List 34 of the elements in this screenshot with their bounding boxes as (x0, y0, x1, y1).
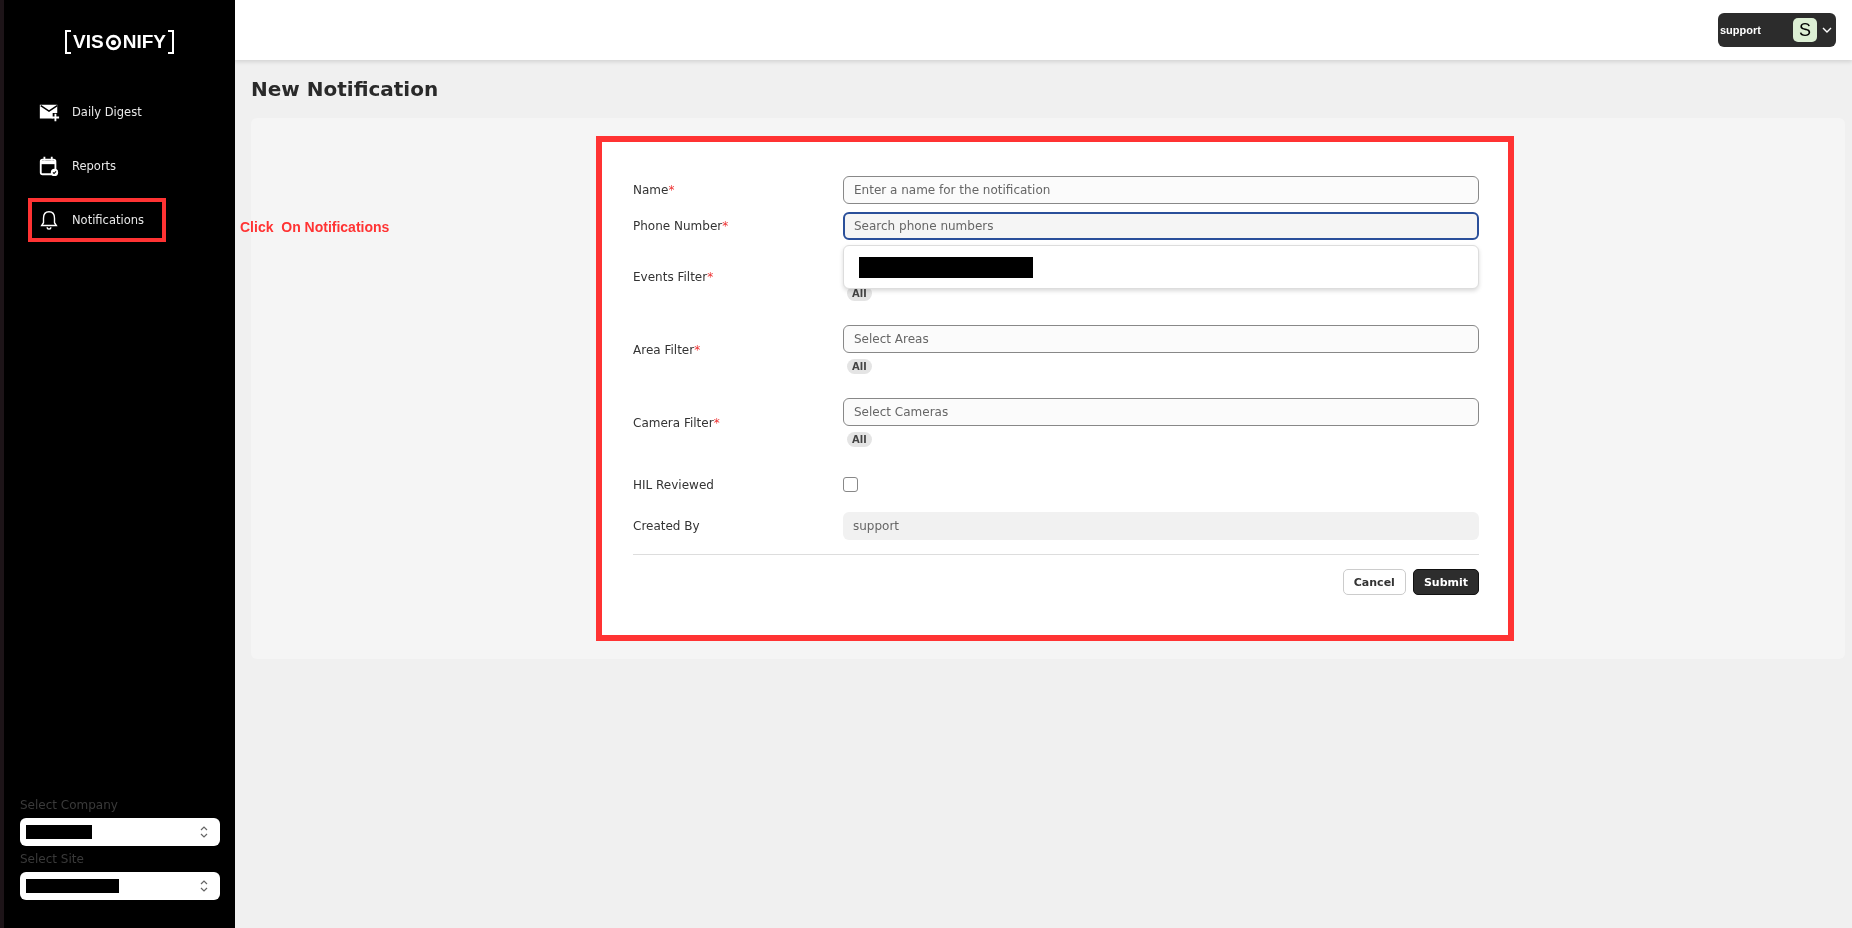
input-field[interactable]: Search phone numbers (843, 212, 1479, 240)
tag-chip: All (847, 359, 872, 374)
field-label: Events Filter* (633, 269, 715, 284)
checkbox[interactable] (843, 477, 858, 492)
submit-button[interactable]: Submit (1412, 569, 1479, 595)
input-field[interactable]: Enter a name for the notification (843, 176, 1479, 204)
field-label: Phone Number* (633, 219, 730, 233)
tag-chip: All (847, 432, 872, 447)
updown-icon (200, 879, 208, 893)
input-field[interactable]: Select Areas (843, 325, 1479, 353)
calendar-icon (38, 155, 60, 177)
field-label: Area Filter* (633, 342, 702, 357)
nav-item[interactable]: Notifications (28, 198, 166, 242)
chevron-down-icon (1822, 27, 1832, 33)
field-label: Camera Filter* (633, 415, 721, 430)
select-field[interactable] (20, 818, 220, 846)
updown-icon (200, 825, 208, 839)
avatar: S (1793, 18, 1817, 42)
readonly-field: support (843, 512, 1479, 540)
bell-icon (38, 209, 60, 231)
select-field[interactable] (20, 872, 220, 900)
user-menu-button[interactable]: support S (1718, 13, 1836, 47)
field-label: HIL Reviewed (633, 477, 715, 492)
input-field[interactable]: Select Cameras (843, 398, 1479, 426)
field-label: Name* (633, 183, 676, 197)
select-label: Select Company (20, 798, 119, 812)
annotation-text: Click On Notifications (240, 219, 390, 235)
nav-item[interactable]: Daily Digest (28, 90, 166, 134)
logo: VIS NIFY (63, 30, 176, 54)
nav-item[interactable]: Reports (28, 144, 166, 188)
cancel-button[interactable]: Cancel (1342, 569, 1406, 595)
field-label: Created By (633, 519, 701, 533)
select-label: Select Site (20, 852, 85, 866)
page-title: New Notification (251, 77, 440, 101)
